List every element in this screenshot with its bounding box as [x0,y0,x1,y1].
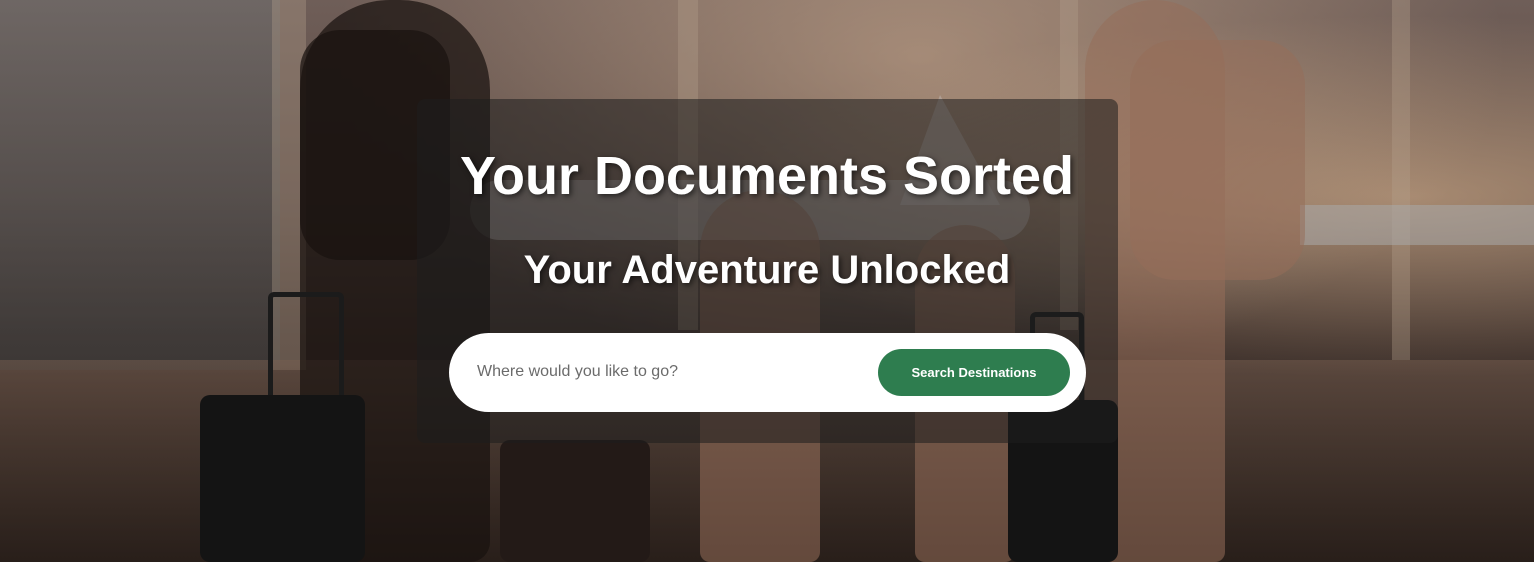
suitcase-icon [200,395,365,562]
suitcase-icon [500,440,650,562]
jet-bridge [1300,205,1534,245]
search-destinations-button[interactable]: Search Destinations [878,349,1070,396]
destination-search-input[interactable] [477,353,867,391]
suitcase-handle [268,292,344,407]
destination-search-bar: Search Destinations [449,333,1086,412]
hero-subtitle: Your Adventure Unlocked [523,248,1011,292]
hero-title: Your Documents Sorted [459,146,1075,206]
